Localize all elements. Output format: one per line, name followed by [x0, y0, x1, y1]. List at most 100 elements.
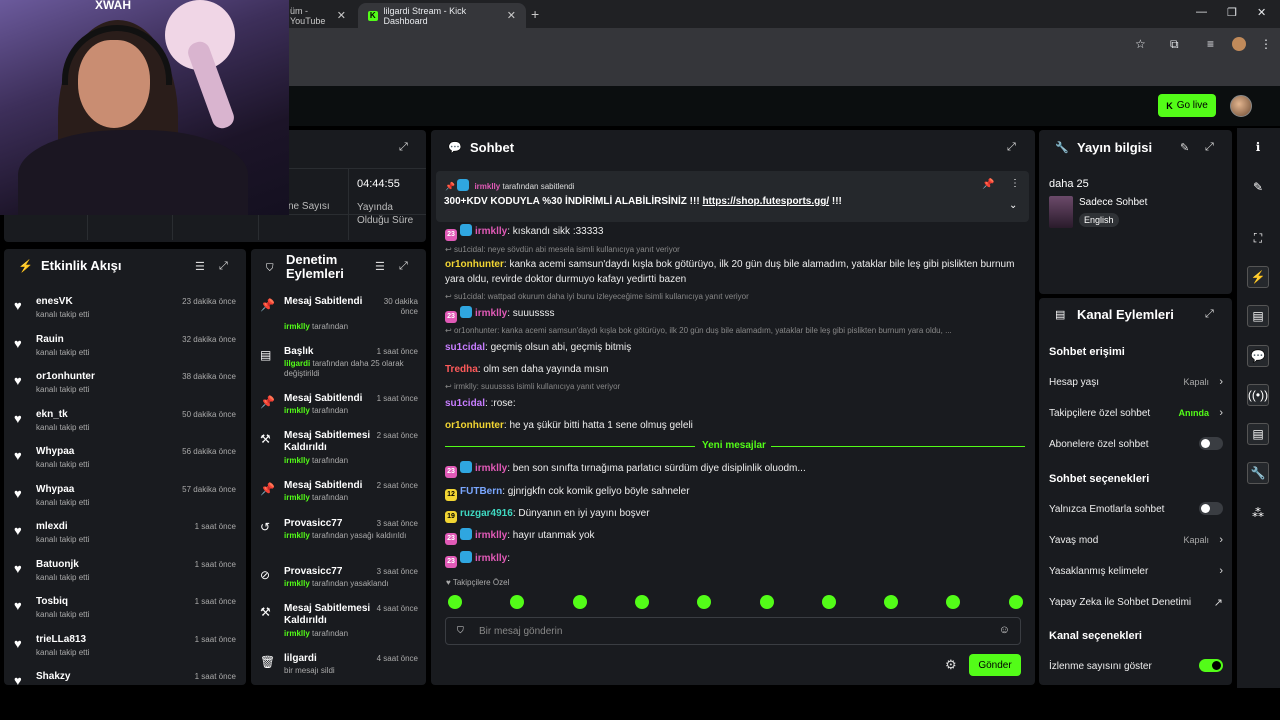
edit-pencil-icon[interactable]: ✎ [1180, 141, 1189, 154]
actor-name[interactable]: irmklly [284, 629, 310, 638]
channel-setting-row[interactable]: Abonelere özel sohbet [1049, 437, 1223, 450]
browser-tab-kick[interactable]: K lilgardi Stream - Kick Dashboard ✕ [358, 3, 526, 28]
close-window-icon[interactable]: ✕ [1257, 6, 1266, 19]
browser-tab-youtube[interactable]: üm - YouTube ✕ [280, 3, 356, 28]
pencil-icon[interactable]: ✎ [1247, 176, 1269, 198]
actor-name[interactable]: irmklly [284, 579, 310, 588]
chat-username[interactable]: irmklly [475, 530, 507, 541]
expand-chat-icon[interactable]: ⤢ [1007, 141, 1016, 154]
apps-icon[interactable]: ⁂ [1247, 502, 1269, 524]
chat-username[interactable]: irmklly [475, 226, 507, 237]
actor-name[interactable]: irmklly [284, 406, 310, 415]
channel-setting-row[interactable]: Hesap yaşı Kapalı › [1049, 376, 1223, 388]
quick-emote[interactable] [634, 595, 649, 609]
follower-name[interactable]: mlexdi [36, 521, 68, 532]
send-button[interactable]: Gönder [969, 654, 1021, 676]
follower-name[interactable]: Rauin [36, 334, 64, 345]
actor-name[interactable]: irmklly [284, 531, 310, 540]
quick-emote[interactable] [572, 595, 587, 609]
follower-name[interactable]: or1onhunter [36, 371, 95, 382]
channel-setting-row[interactable]: Yavaş mod Kapalı › [1049, 534, 1223, 546]
actor-name[interactable]: lilgardi [284, 359, 310, 368]
expand-stats-icon[interactable]: ⤢ [399, 141, 408, 154]
maximize-icon[interactable]: ❐ [1227, 6, 1237, 19]
activity-time: 57 dakika önce [182, 484, 236, 494]
setting-toggle[interactable] [1199, 502, 1223, 515]
quick-emote[interactable] [759, 595, 774, 609]
channel-setting-row[interactable]: Yapay Zeka ile Sohbet Denetimi ↗ [1049, 597, 1223, 609]
actor-name[interactable]: irmklly [284, 456, 310, 465]
close-tab-icon[interactable]: ✕ [507, 9, 516, 22]
minimize-icon[interactable]: — [1196, 6, 1207, 18]
browser-profile-avatar[interactable] [1232, 37, 1246, 51]
chat-username[interactable]: Tredha [445, 364, 478, 375]
extensions-icon[interactable]: ⧉ [1170, 37, 1179, 52]
emoji-icon[interactable]: ☺ [999, 624, 1010, 636]
chat-username[interactable]: su1cidal [445, 342, 485, 353]
quick-emote[interactable] [448, 595, 462, 609]
expand-actions-icon[interactable]: ⤢ [1205, 308, 1214, 321]
channel-setting-row[interactable]: Yalnızca Emotlarla sohbet [1049, 502, 1223, 515]
chat-username[interactable]: FUTBern [460, 486, 502, 497]
expand-moderation-icon[interactable]: ⤢ [399, 260, 408, 273]
follower-name[interactable]: Shakzy [36, 671, 70, 682]
pinned-by-user[interactable]: irmklly [474, 182, 500, 191]
category-name[interactable]: Sadece Sohbet [1079, 197, 1147, 208]
actor-name[interactable]: irmklly [284, 493, 310, 502]
go-live-button[interactable]: K Go live [1158, 94, 1216, 117]
chat-username[interactable]: irmklly [475, 463, 507, 474]
actor-name[interactable]: irmklly [284, 322, 310, 331]
follower-name[interactable]: Whypaa [36, 446, 74, 457]
chat-username[interactable]: or1onhunter [445, 259, 504, 270]
channel-actions-icon[interactable]: ▤ [1247, 423, 1269, 445]
actor-suffix: tarafından [312, 493, 349, 502]
category-thumbnail[interactable] [1049, 196, 1073, 228]
media-control-icon[interactable]: ≡ [1207, 37, 1214, 51]
follower-name[interactable]: Batuonjk [36, 559, 79, 570]
chat-icon[interactable]: 💬 [1247, 345, 1269, 367]
chat-username[interactable]: irmklly [475, 553, 507, 564]
follower-name[interactable]: ekn_tk [36, 409, 68, 420]
bookmark-star-icon[interactable]: ☆ [1135, 37, 1146, 51]
follower-name[interactable]: Tosbiq [36, 596, 68, 607]
chevron-down-icon[interactable]: ⌄ [1009, 200, 1017, 211]
filter-icon[interactable]: ☰ [195, 260, 205, 273]
channel-setting-row[interactable]: Takipçilere özel sohbet Anında › [1049, 407, 1223, 419]
setting-toggle[interactable] [1199, 437, 1223, 450]
close-tab-icon[interactable]: ✕ [337, 9, 346, 22]
filter-icon[interactable]: ☰ [375, 260, 385, 273]
settings-gear-icon[interactable]: ⚙ [945, 657, 957, 673]
unpin-icon[interactable]: 📌 [982, 179, 994, 190]
chat-username[interactable]: or1onhunter [445, 420, 504, 431]
quick-emote[interactable] [884, 595, 899, 609]
chat-username[interactable]: irmklly [475, 308, 507, 319]
follower-name[interactable]: trieLLa813 [36, 634, 86, 645]
chat-username[interactable]: su1cidal [445, 398, 485, 409]
heart-icon: ♥ [14, 298, 22, 313]
setting-toggle[interactable] [1199, 659, 1223, 672]
notes-icon[interactable]: ▤ [1247, 305, 1269, 327]
chat-username[interactable]: ruzgar4916 [460, 508, 513, 519]
lightning-icon[interactable]: ⚡ [1247, 266, 1269, 288]
quick-emote[interactable] [1008, 595, 1023, 609]
new-tab-button[interactable]: + [531, 6, 539, 22]
user-avatar[interactable] [1230, 95, 1252, 117]
chat-message: 23 irmklly: hayır utanmak yok [445, 528, 1025, 545]
follower-name[interactable]: Whypaa [36, 484, 74, 495]
follower-name[interactable]: enesVK [36, 296, 73, 307]
channel-setting-row[interactable]: Yasaklanmış kelimeler › [1049, 565, 1223, 577]
chat-input[interactable]: ⛉ Bir mesaj gönderin ☺ [445, 617, 1021, 645]
fullscreen-icon[interactable]: ⛶ [1247, 227, 1269, 249]
expand-info-icon[interactable]: ⤢ [1205, 141, 1214, 154]
channel-actions-icon: ▤ [1055, 309, 1066, 321]
wrench-icon[interactable]: 🔧 [1247, 462, 1269, 484]
pinned-link[interactable]: https://shop.futesports.gg/ [702, 196, 829, 207]
channel-options-title: Kanal seçenekleri [1049, 630, 1142, 642]
info-icon[interactable]: ℹ [1247, 136, 1269, 158]
broadcast-icon[interactable]: ((•)) [1247, 384, 1269, 406]
quick-emote[interactable] [821, 595, 836, 609]
channel-setting-row[interactable]: İzlenme sayısını göster [1049, 659, 1223, 672]
expand-activity-icon[interactable]: ⤢ [219, 260, 228, 273]
more-options-icon[interactable]: ⋮ [1010, 178, 1020, 189]
browser-menu-icon[interactable]: ⋮ [1260, 37, 1272, 51]
